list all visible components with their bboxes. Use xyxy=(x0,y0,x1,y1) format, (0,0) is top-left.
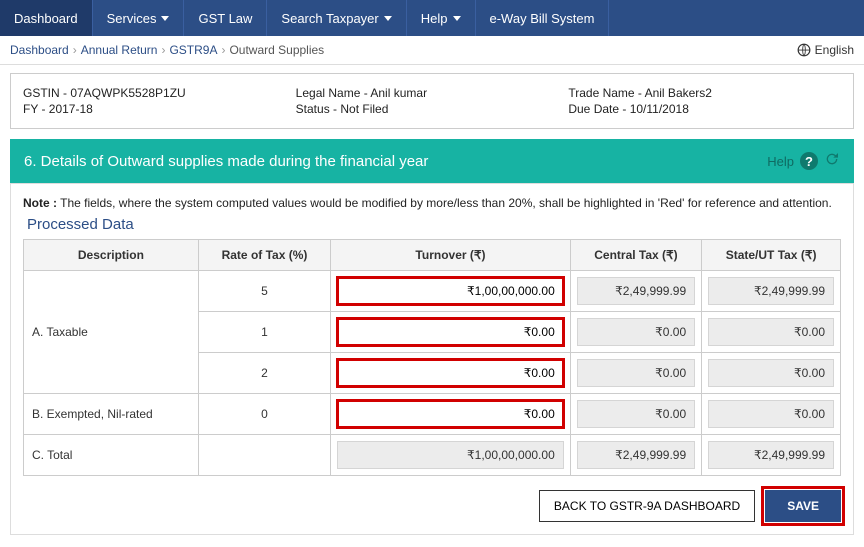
breadcrumb-link[interactable]: Dashboard xyxy=(10,43,69,57)
row-state-tax-cell: ₹0.00 xyxy=(702,394,841,435)
turnover-input[interactable] xyxy=(337,400,564,428)
col-description: Description xyxy=(24,240,199,271)
row-central-tax-cell: ₹0.00 xyxy=(570,394,701,435)
chevron-right-icon: › xyxy=(221,43,225,57)
caret-down-icon xyxy=(453,16,461,21)
row-state-tax-cell: ₹2,49,999.99 xyxy=(702,271,841,312)
highlighted-cell xyxy=(337,359,564,387)
row-state-tax-cell: ₹2,49,999.99 xyxy=(702,435,841,476)
nav-item-e-way-bill-system[interactable]: e-Way Bill System xyxy=(476,0,610,36)
save-button[interactable]: SAVE xyxy=(765,490,841,522)
turnover-input[interactable] xyxy=(337,277,564,305)
central-tax-readonly: ₹0.00 xyxy=(577,318,695,346)
row-turnover-cell xyxy=(331,271,571,312)
outward-supplies-table: Description Rate of Tax (%) Turnover (₹)… xyxy=(23,239,841,476)
row-turnover-cell xyxy=(331,353,571,394)
state-tax-readonly: ₹0.00 xyxy=(708,359,834,387)
nav-item-search-taxpayer[interactable]: Search Taxpayer xyxy=(267,0,406,36)
nav-item-dashboard[interactable]: Dashboard xyxy=(0,0,93,36)
table-row: A. Taxable5₹2,49,999.99₹2,49,999.99 xyxy=(24,271,841,312)
nav-label: Services xyxy=(107,11,157,26)
nav-label: Help xyxy=(421,11,448,26)
language-label: English xyxy=(815,43,854,57)
nav-label: e-Way Bill System xyxy=(490,11,595,26)
help-label: Help xyxy=(767,154,794,169)
row-central-tax-cell: ₹2,49,999.99 xyxy=(570,435,701,476)
row-rate: 1 xyxy=(198,312,330,353)
row-rate: 5 xyxy=(198,271,330,312)
nav-label: Search Taxpayer xyxy=(281,11,378,26)
section-title: 6. Details of Outward supplies made duri… xyxy=(24,153,428,170)
breadcrumb: Dashboard›Annual Return›GSTR9A›Outward S… xyxy=(10,43,324,57)
row-description: A. Taxable xyxy=(24,271,199,394)
language-selector[interactable]: English xyxy=(797,43,854,57)
turnover-input[interactable] xyxy=(337,318,564,346)
back-to-dashboard-button[interactable]: BACK TO GSTR-9A DASHBOARD xyxy=(539,490,755,522)
row-description: C. Total xyxy=(24,435,199,476)
central-tax-readonly: ₹2,49,999.99 xyxy=(577,277,695,305)
nav-label: GST Law xyxy=(198,11,252,26)
row-turnover-cell: ₹1,00,00,000.00 xyxy=(331,435,571,476)
breadcrumb-current: Outward Supplies xyxy=(229,43,324,57)
nav-label: Dashboard xyxy=(14,11,78,26)
section-header: 6. Details of Outward supplies made duri… xyxy=(10,139,854,183)
taxpayer-info-panel: GSTIN - 07AQWPK5528P1ZU FY - 2017-18 Leg… xyxy=(10,73,854,129)
row-state-tax-cell: ₹0.00 xyxy=(702,353,841,394)
col-turnover: Turnover (₹) xyxy=(331,240,571,271)
refresh-icon[interactable] xyxy=(824,151,840,171)
central-tax-readonly: ₹2,49,999.99 xyxy=(577,441,695,469)
row-central-tax-cell: ₹2,49,999.99 xyxy=(570,271,701,312)
row-rate xyxy=(198,435,330,476)
col-central-tax: Central Tax (₹) xyxy=(570,240,701,271)
row-central-tax-cell: ₹0.00 xyxy=(570,312,701,353)
action-buttons: BACK TO GSTR-9A DASHBOARD SAVE xyxy=(23,490,841,522)
breadcrumb-link[interactable]: GSTR9A xyxy=(169,43,217,57)
row-state-tax-cell: ₹0.00 xyxy=(702,312,841,353)
row-turnover-cell xyxy=(331,312,571,353)
content-area: Note : The fields, where the system comp… xyxy=(10,183,854,535)
turnover-input[interactable] xyxy=(337,359,564,387)
col-rate: Rate of Tax (%) xyxy=(198,240,330,271)
row-rate: 2 xyxy=(198,353,330,394)
state-tax-readonly: ₹0.00 xyxy=(708,318,834,346)
central-tax-readonly: ₹0.00 xyxy=(577,400,695,428)
row-rate: 0 xyxy=(198,394,330,435)
col-state-tax: State/UT Tax (₹) xyxy=(702,240,841,271)
table-row: C. Total ₹1,00,00,000.00 ₹2,49,999.99 ₹2,49… xyxy=(24,435,841,476)
legal-name-label: Legal Name - Anil kumar xyxy=(296,86,569,100)
caret-down-icon xyxy=(161,16,169,21)
processed-data-title: Processed Data xyxy=(27,216,841,233)
help-icon[interactable]: ? xyxy=(800,152,818,170)
chevron-right-icon: › xyxy=(161,43,165,57)
due-date-label: Due Date - 10/11/2018 xyxy=(568,102,841,116)
row-central-tax-cell: ₹0.00 xyxy=(570,353,701,394)
status-label: Status - Not Filed xyxy=(296,102,569,116)
highlighted-cell xyxy=(337,318,564,346)
row-description: B. Exempted, Nil-rated xyxy=(24,394,199,435)
nav-item-help[interactable]: Help xyxy=(407,0,476,36)
central-tax-readonly: ₹0.00 xyxy=(577,359,695,387)
turnover-readonly: ₹1,00,00,000.00 xyxy=(337,441,564,469)
gstin-label: GSTIN - 07AQWPK5528P1ZU xyxy=(23,86,296,100)
nav-item-gst-law[interactable]: GST Law xyxy=(184,0,267,36)
table-row: B. Exempted, Nil-rated0 ₹0.00 ₹0.00 xyxy=(24,394,841,435)
top-nav: Dashboard Services GST Law Search Taxpayer H… xyxy=(0,0,864,36)
fy-label: FY - 2017-18 xyxy=(23,102,296,116)
state-tax-readonly: ₹0.00 xyxy=(708,400,834,428)
breadcrumb-bar: Dashboard›Annual Return›GSTR9A›Outward S… xyxy=(0,36,864,65)
chevron-right-icon: › xyxy=(73,43,77,57)
caret-down-icon xyxy=(384,16,392,21)
trade-name-label: Trade Name - Anil Bakers2 xyxy=(568,86,841,100)
note-text: Note : The fields, where the system comp… xyxy=(23,196,841,210)
globe-icon xyxy=(797,43,811,57)
breadcrumb-link[interactable]: Annual Return xyxy=(81,43,158,57)
highlighted-cell xyxy=(337,400,564,428)
state-tax-readonly: ₹2,49,999.99 xyxy=(708,441,834,469)
state-tax-readonly: ₹2,49,999.99 xyxy=(708,277,834,305)
row-turnover-cell xyxy=(331,394,571,435)
note-prefix: Note : xyxy=(23,196,57,210)
highlighted-cell xyxy=(337,277,564,305)
nav-item-services[interactable]: Services xyxy=(93,0,185,36)
note-body: The fields, where the system computed va… xyxy=(57,196,832,210)
